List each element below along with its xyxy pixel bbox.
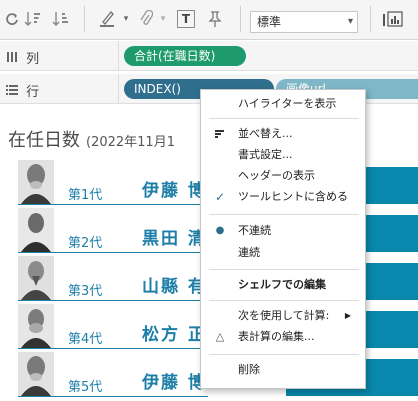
menu-separator (209, 269, 359, 270)
text-icon: T (177, 10, 195, 28)
sum-days-pill[interactable]: 合計(在職日数) (124, 46, 246, 66)
menu-item-label: ヘッダーの表示 (238, 169, 315, 182)
menu-item-compute-using[interactable]: 次を使用して計算: ▶ (201, 306, 365, 326)
menu-item-edit-in-shelf[interactable]: シェルフでの編集 (201, 275, 365, 295)
generation-label: 第3代 (68, 284, 103, 299)
fit-select-value: 標準 (257, 15, 282, 29)
portrait-image (18, 304, 54, 348)
menu-item-label: ハイライターを表示 (238, 97, 337, 110)
columns-label-text: 列 (26, 52, 40, 67)
pin-icon[interactable] (204, 6, 226, 32)
menu-item-label: ツールヒントに含める (238, 190, 348, 203)
rows-icon (6, 84, 22, 99)
context-menu: ハイライターを表示 並べ替え... 書式設定... ヘッダーの表示 ✓ ツールヒ… (200, 89, 366, 389)
portrait-image (18, 352, 54, 396)
portrait-image (18, 208, 54, 252)
shelf-divider (118, 74, 119, 104)
menu-item-label: 削除 (238, 363, 260, 376)
paperclip-icon[interactable] (135, 6, 157, 32)
index-pill-label: INDEX() (134, 82, 181, 96)
submenu-arrow-icon: ▶ (344, 311, 351, 320)
prime-minister-name: 黒田 清 (142, 229, 207, 249)
menu-item-sort[interactable]: 並べ替え... (201, 124, 365, 144)
sort-descending-icon[interactable] (50, 6, 72, 32)
prime-minister-name: 伊藤 博 (142, 373, 207, 393)
row-divider (18, 348, 208, 349)
menu-item-show-header[interactable]: ヘッダーの表示 (201, 166, 365, 186)
menu-item-discrete[interactable]: ● 不連続 (201, 221, 365, 241)
menu-item-format[interactable]: 書式設定... (201, 145, 365, 165)
generation-label: 第5代 (68, 380, 103, 395)
portrait-image (18, 256, 54, 300)
show-me-icon[interactable] (380, 6, 410, 32)
chevron-down-icon[interactable]: ▾ (120, 6, 132, 32)
generation-label: 第1代 (68, 188, 103, 203)
show-mark-labels-button[interactable]: T (175, 6, 197, 32)
rows-shelf-label: 行 (6, 81, 39, 100)
toolbar-divider (84, 6, 85, 32)
fit-select[interactable]: 標準 ▾ (250, 11, 358, 33)
menu-item-label: 不連続 (238, 224, 271, 237)
menu-separator (209, 214, 359, 215)
menu-item-label: 並べ替え... (238, 127, 293, 140)
row-divider (18, 300, 208, 301)
menu-item-edit-table-calculation[interactable]: △ 表計算の編集... (201, 327, 365, 347)
prime-minister-name: 伊藤 博 (142, 181, 207, 201)
view-title-text: 在任日数 (8, 130, 80, 151)
view-subtitle: (2022年11月1 (86, 135, 175, 150)
menu-item-label: 書式設定... (238, 148, 293, 161)
menu-separator (209, 300, 359, 301)
menu-separator (209, 118, 359, 119)
toolbar: ▾ ▾ T 標準 ▾ (0, 0, 418, 40)
toolbar-divider (370, 6, 371, 32)
view-title: 在任日数 (2022年11月1 (8, 126, 175, 152)
menu-item-label: 次を使用して計算: (238, 309, 330, 322)
shelf-divider (118, 41, 119, 71)
menu-item-show-highlighter[interactable]: ハイライターを表示 (201, 94, 365, 114)
row-divider (18, 396, 208, 397)
columns-shelf-label: 列 (6, 48, 39, 67)
chevron-down-icon: ▾ (347, 16, 353, 27)
highlight-pen-icon[interactable] (96, 6, 120, 32)
check-icon: ✓ (214, 190, 226, 204)
refresh-icon[interactable] (2, 6, 22, 32)
menu-item-continuous[interactable]: 連続 (201, 243, 365, 263)
toolbar-divider (240, 6, 241, 32)
row-divider (18, 252, 208, 253)
prime-minister-name: 松方 正 (142, 325, 207, 345)
generation-label: 第2代 (68, 236, 103, 251)
columns-icon (6, 51, 22, 66)
selected-dot-icon: ● (215, 225, 225, 236)
sort-icon (212, 124, 228, 145)
menu-item-label: シェルフでの編集 (238, 278, 326, 291)
sort-ascending-icon[interactable] (22, 6, 44, 32)
row-divider (18, 204, 208, 205)
chevron-down-icon[interactable]: ▾ (157, 6, 169, 32)
menu-item-label: 連続 (238, 246, 260, 259)
delta-icon: △ (215, 330, 225, 343)
menu-item-include-in-tooltip[interactable]: ✓ ツールヒントに含める (201, 187, 365, 207)
menu-item-label: 表計算の編集... (238, 330, 315, 343)
columns-shelf: 列 合計(在職日数) (0, 41, 418, 71)
menu-separator (209, 354, 359, 355)
generation-label: 第4代 (68, 332, 103, 347)
portrait-image (18, 160, 54, 204)
prime-minister-name: 山縣 有 (142, 277, 207, 297)
menu-item-remove[interactable]: 削除 (201, 360, 365, 380)
rows-label-text: 行 (26, 85, 40, 100)
